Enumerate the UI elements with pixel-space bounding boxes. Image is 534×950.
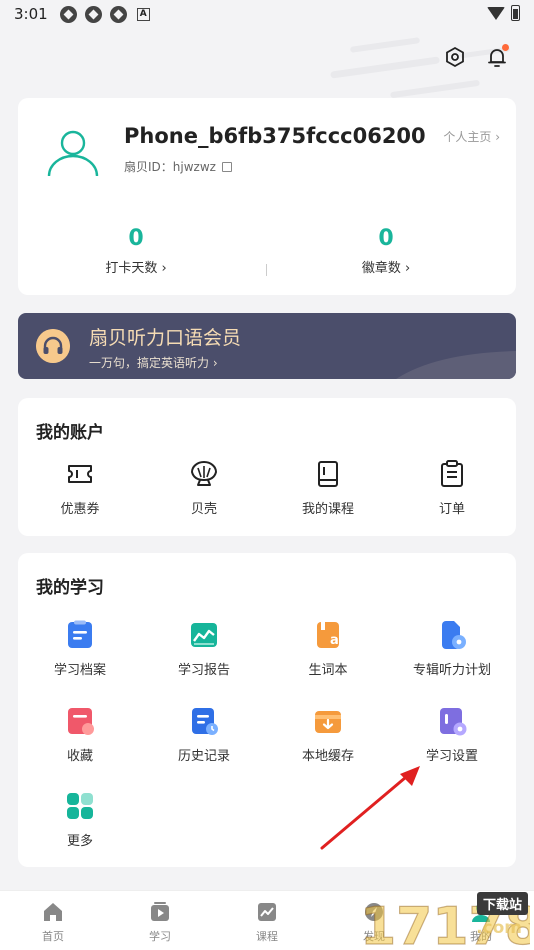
learning-settings-label: 学习设置 — [425, 749, 478, 764]
app-notification-icon — [59, 5, 77, 23]
banner-decoration — [396, 351, 516, 379]
vip-title: 扇贝听力口语会员 — [89, 327, 242, 349]
wordbook-icon: a — [317, 622, 339, 648]
watermark-badge: 下载站 — [476, 892, 528, 915]
vip-subtitle: 一万句，搞定英语听力 › — [89, 356, 218, 370]
tab-study[interactable]: 学习 — [130, 901, 190, 944]
album-listening-plan-label: 专辑听力计划 — [412, 663, 491, 678]
avatar[interactable] — [46, 128, 100, 178]
tab-study-label: 学习 — [149, 930, 171, 943]
coupons-label: 优惠券 — [60, 502, 100, 517]
tab-home-label: 首页 — [42, 930, 64, 943]
orders-label: 订单 — [438, 502, 465, 517]
hexagon-settings-icon — [446, 46, 464, 68]
copy-icon[interactable] — [221, 161, 232, 172]
vip-banner[interactable]: 扇贝听力口语会员 一万句，搞定英语听力 › — [18, 313, 516, 379]
shells-item[interactable]: 贝壳 — [142, 458, 266, 517]
section-title-account: 我的账户 — [36, 423, 104, 443]
status-bar: 3:01 A — [0, 0, 534, 28]
history-icon — [192, 708, 218, 735]
checkin-days-label: 打卡天数 › — [105, 261, 167, 276]
cache-icon — [315, 711, 341, 733]
checkin-days-value: 0 — [128, 226, 144, 251]
shell-icon — [190, 461, 218, 486]
my-courses-item[interactable]: 我的课程 — [266, 458, 390, 517]
tab-courses-label: 课程 — [256, 930, 278, 943]
username: Phone_b6fb375fccc06200 — [124, 124, 426, 148]
favorites-icon — [68, 708, 94, 735]
profile-card: Phone_b6fb375fccc06200 扇贝ID：hjwzwz 个人主页 … — [18, 98, 516, 295]
shells-label: 贝壳 — [190, 502, 217, 517]
learning-archive-item[interactable]: 学习档案 — [18, 619, 142, 678]
book-icon — [318, 461, 338, 487]
divider — [266, 264, 267, 276]
more-label: 更多 — [66, 834, 93, 849]
play-icon — [151, 902, 169, 921]
status-time: 3:01 — [14, 5, 48, 23]
headphones-logo-icon — [36, 329, 70, 363]
section-title-learning: 我的学习 — [36, 578, 104, 598]
svg-text:a: a — [330, 633, 339, 648]
album-listening-plan-item[interactable]: 专辑听力计划 — [390, 619, 514, 678]
tab-courses[interactable]: 课程 — [237, 901, 297, 944]
learning-archive-label: 学习档案 — [53, 663, 106, 678]
vocabulary-book-item[interactable]: a 生词本 — [266, 619, 390, 678]
my-learning-card: 我的学习 学习档案 学习报告 a 生词本 专辑听力计划 收藏 历史记录 本地缓存… — [18, 553, 516, 867]
favorites-label: 收藏 — [66, 749, 93, 764]
checkin-days-stat[interactable]: 0 打卡天数 › — [56, 226, 216, 276]
local-cache-item[interactable]: 本地缓存 — [266, 705, 390, 764]
app-notification-icon — [109, 5, 127, 23]
wifi-icon — [487, 6, 505, 20]
orders-item[interactable]: 订单 — [390, 458, 514, 517]
notifications-button[interactable] — [484, 44, 510, 70]
favorites-item[interactable]: 收藏 — [18, 705, 142, 764]
home-icon — [44, 903, 62, 921]
learning-report-item[interactable]: 学习报告 — [142, 619, 266, 678]
ticket-icon — [68, 465, 92, 483]
my-courses-label: 我的课程 — [301, 502, 354, 517]
user-id-text: 扇贝ID：hjwzwz — [124, 160, 216, 174]
battery-icon — [511, 5, 520, 21]
chart-icon — [258, 903, 276, 921]
badges-stat[interactable]: 0 徽章数 › — [306, 226, 466, 276]
archive-icon — [68, 620, 92, 648]
notification-dot — [502, 44, 509, 51]
learning-settings-item[interactable]: 学习设置 — [390, 705, 514, 764]
coupons-item[interactable]: 优惠券 — [18, 458, 142, 517]
clipboard-icon — [441, 460, 463, 487]
personal-homepage-link[interactable]: 个人主页 › — [443, 128, 500, 145]
status-a-icon: A — [136, 7, 150, 21]
user-id: 扇贝ID：hjwzwz — [124, 158, 232, 175]
badges-label: 徽章数 › — [361, 261, 411, 276]
my-account-card: 我的账户 优惠券 贝壳 我的课程 订单 — [18, 398, 516, 536]
listening-plan-icon — [442, 621, 466, 649]
settings-hex-button[interactable] — [442, 44, 468, 70]
more-item[interactable]: 更多 — [18, 790, 142, 849]
settings-icon — [440, 708, 467, 736]
watermark-logo: 17178 下载站 .com — [300, 890, 534, 950]
badges-value: 0 — [378, 226, 394, 251]
app-notification-icon — [84, 5, 102, 23]
history-item[interactable]: 历史记录 — [142, 705, 266, 764]
local-cache-label: 本地缓存 — [301, 749, 354, 764]
report-icon — [191, 623, 217, 647]
learning-report-label: 学习报告 — [177, 663, 230, 678]
history-label: 历史记录 — [177, 749, 230, 764]
watermark-domain: .com — [476, 918, 522, 938]
vocabulary-book-label: 生词本 — [308, 663, 348, 678]
more-icon — [67, 793, 93, 819]
tab-home[interactable]: 首页 — [23, 901, 83, 944]
